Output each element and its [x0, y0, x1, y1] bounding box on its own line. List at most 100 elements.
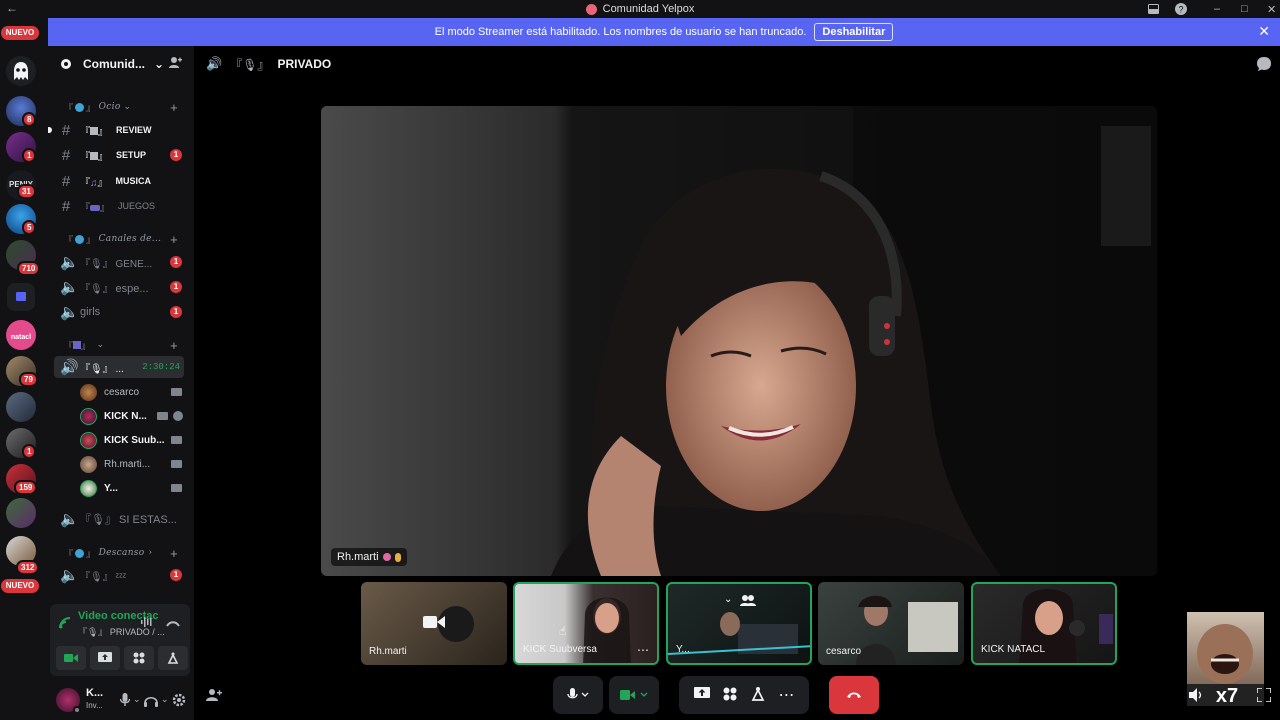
participant-tile[interactable]: cesarco [818, 582, 964, 665]
voice-member[interactable]: cesarco [80, 381, 184, 403]
voice-channel-privado[interactable]: 🔊 『🎙』 ... 2:30:24 [54, 356, 184, 378]
new-badge: NUEVO [1, 579, 39, 593]
channel-juegos[interactable]: # 『』 JUEGOS [54, 195, 184, 217]
video-frame [321, 106, 1157, 576]
screen-share-icon[interactable] [693, 687, 710, 703]
more-options-icon[interactable]: ⋯ [637, 643, 649, 657]
inbox-icon[interactable] [1148, 0, 1159, 18]
fullscreen-icon[interactable] [1256, 687, 1272, 705]
app-logo-icon [585, 3, 597, 15]
hang-up-icon [847, 692, 861, 698]
text-channel-icon: # [61, 172, 71, 190]
participant-tile[interactable]: KICK NATACL [971, 582, 1117, 665]
chevron-right-icon: › [148, 548, 153, 558]
avatar [80, 479, 97, 497]
channel-review[interactable]: # 『』 REVIEW [48, 119, 184, 141]
disable-streamer-button[interactable]: Deshabilitar [814, 23, 894, 41]
chevron-down-icon: ⌄ [154, 57, 165, 71]
speaker-icon: 🔈 [60, 511, 79, 528]
unread-badge: 1 [170, 569, 182, 581]
channel-header: 🔊 『🎙』 PRIVADO [194, 46, 1280, 82]
settings-gear-icon[interactable] [172, 693, 186, 710]
call-duration: 2:30:24 [142, 362, 180, 372]
volume-icon[interactable] [1189, 688, 1205, 705]
soundboard-button[interactable] [158, 646, 188, 670]
voice-member[interactable]: Rh.marti... [80, 453, 184, 475]
unread-badge: 1 [170, 281, 182, 293]
category-ocio[interactable]: 『』 Ocio ⌄ + [48, 99, 194, 115]
headphones-icon[interactable] [144, 694, 158, 710]
soundboard-icon [167, 652, 179, 664]
noise-suppression-icon[interactable] [140, 616, 154, 631]
channel-setup[interactable]: # 『』 SETUP 1 [54, 144, 184, 166]
voice-channel-espe[interactable]: 🔈 『🎙』 espe... 1 [54, 276, 184, 298]
leave-call-button[interactable] [829, 676, 879, 714]
voice-channel-gene[interactable]: 🔈 『🎙』 GENE... 1 [54, 251, 184, 273]
microphone-button[interactable] [553, 676, 603, 714]
text-channel-icon: # [61, 146, 71, 164]
voice-channel-si-estas[interactable]: 🔈 『🎙』 SI ESTAS... [54, 508, 184, 530]
more-options-icon[interactable]: ⋯ [779, 685, 795, 705]
microphone-icon [567, 688, 589, 699]
channel-musica[interactable]: # 『♫』 MUSICA [54, 170, 184, 192]
participant-tile[interactable]: ☝ KICK Suubversa ⋯ [513, 582, 659, 665]
microphone-icon[interactable] [119, 693, 131, 710]
server-icon-natacl[interactable]: natacl [6, 320, 36, 350]
help-icon[interactable]: ? [1175, 0, 1187, 18]
category-canales[interactable]: 『』 Canales de... + [48, 231, 194, 247]
disconnect-icon[interactable] [166, 617, 180, 632]
connection-signal-icon [58, 616, 72, 633]
add-channel-icon[interactable]: + [170, 232, 178, 247]
folder-icon[interactable] [7, 283, 35, 311]
participant-tile[interactable]: Rh.marti [361, 582, 507, 665]
screenshare-button[interactable] [90, 646, 120, 670]
chevron-down-icon[interactable]: ⌄ [133, 694, 141, 705]
minimize-icon[interactable]: – [1214, 0, 1220, 18]
add-member-icon[interactable] [168, 56, 182, 72]
window-title: Comunidad Yelpox [0, 3, 1280, 15]
camera-button[interactable] [56, 646, 86, 670]
avatar [80, 383, 97, 401]
participant-tile[interactable]: ⌄ Y... [666, 582, 812, 665]
server-icon-7[interactable] [6, 392, 36, 422]
voice-member[interactable]: KICK Suub... [80, 429, 184, 451]
category-3[interactable]: 『』 ⌄ + [48, 337, 194, 353]
chevron-down-icon[interactable]: ⌄ [161, 694, 169, 705]
chevron-down-icon[interactable]: ⌄ [724, 594, 732, 605]
camera-toggle-button[interactable] [609, 676, 659, 714]
speaker-icon: 🔈 [60, 279, 79, 296]
channel-title: PRIVADO [277, 57, 332, 71]
server-badge: 8 [22, 112, 37, 127]
voice-channel-girls[interactable]: 🔈 girls 1 [54, 301, 184, 323]
add-channel-icon[interactable]: + [170, 546, 178, 561]
server-badge: 1 [22, 444, 37, 459]
close-window-icon[interactable]: ✕ [1267, 0, 1276, 18]
server-icon-home[interactable] [6, 56, 36, 86]
close-banner-icon[interactable]: ✕ [1258, 23, 1270, 40]
group-icon[interactable] [740, 594, 756, 609]
server-badge: 710 [17, 261, 41, 276]
chat-bubble-icon[interactable] [1256, 56, 1272, 75]
voice-member[interactable]: Y... [80, 477, 184, 499]
status-indicator [73, 706, 81, 714]
activities-button[interactable] [124, 646, 154, 670]
focused-video-stream[interactable]: Rh.marti [321, 106, 1157, 576]
avatar [80, 407, 97, 425]
add-channel-icon[interactable]: + [170, 338, 178, 353]
soundboard-icon[interactable] [750, 686, 766, 705]
avatar [80, 455, 97, 473]
invite-to-call-icon[interactable] [206, 688, 222, 705]
server-icon-10[interactable] [6, 498, 36, 528]
maximize-icon[interactable]: □ [1241, 0, 1248, 18]
globe-icon [75, 102, 85, 112]
category-descanso[interactable]: 『』 Descanso › + [48, 545, 194, 561]
add-channel-icon[interactable]: + [170, 100, 178, 115]
svg-text:?: ? [1178, 5, 1183, 15]
title-bar: ← Comunidad Yelpox ? – □ ✕ [0, 0, 1280, 18]
server-rail: NUEVO 8 1 PENIX 31 5 710 natacl 79 1 159… [0, 18, 48, 720]
activities-icon[interactable] [723, 687, 737, 704]
voice-channel-zz[interactable]: 🔈 『🎙』 ᶻᶻᶻ 1 [54, 564, 184, 586]
text-channel-icon: # [61, 197, 71, 215]
server-header[interactable]: Comunid... ⌄ [48, 46, 194, 82]
voice-member[interactable]: KICK N... [80, 405, 184, 427]
